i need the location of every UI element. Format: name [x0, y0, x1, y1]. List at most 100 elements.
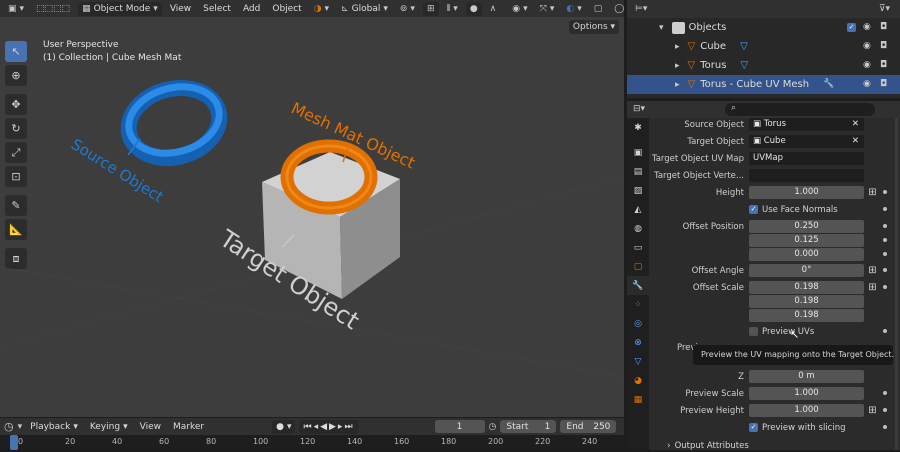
node-socket-icon[interactable]: ⊞: [867, 187, 878, 198]
keyframe-dot[interactable]: [883, 408, 887, 412]
preview-slicing-row[interactable]: ✓ Preview with slicing: [749, 421, 899, 434]
record-button[interactable]: ● ▾: [272, 419, 296, 434]
outliner-type-icon[interactable]: ⊨▾: [635, 4, 647, 14]
target-object-field[interactable]: ▣ Cube ✕: [749, 135, 864, 148]
clock-icon[interactable]: ◷: [4, 420, 14, 433]
target-uv-map-field[interactable]: UVMap: [749, 152, 864, 165]
chevron-down-icon: ▾: [453, 3, 458, 14]
pivot-button[interactable]: ⊚ ▾: [396, 2, 419, 16]
outliner-item-cube[interactable]: ▸ ▽ Cube ▽ ◉ ◘: [627, 37, 900, 56]
z-field[interactable]: 0 m: [749, 370, 864, 383]
end-frame-field[interactable]: End 250: [560, 420, 617, 433]
eye-icon[interactable]: ◉: [863, 22, 871, 32]
offset-scale-z[interactable]: 0.198: [749, 309, 864, 322]
output-attributes-panel[interactable]: › Output Attributes: [667, 439, 867, 452]
source-torus[interactable]: [120, 77, 228, 168]
offset-position-y-row: 0.125: [627, 234, 900, 247]
clear-icon[interactable]: ✕: [852, 135, 859, 148]
xray-button[interactable]: ▢: [590, 2, 607, 16]
keyframe-dot[interactable]: [883, 391, 887, 395]
offset-position-y[interactable]: 0.125: [749, 234, 864, 247]
gizmo-button[interactable]: ⤧ ▾: [536, 2, 559, 16]
height-field[interactable]: 1.000: [749, 186, 864, 199]
source-object-field[interactable]: ▣ Torus ✕: [749, 118, 864, 131]
offset-angle-field[interactable]: 0°: [749, 264, 864, 277]
3d-viewport[interactable]: User Perspective (1) Collection | Cube M…: [0, 17, 624, 417]
preview-scale-row: Preview Scale 1.000: [627, 387, 900, 400]
offset-scale-x[interactable]: 0.198: [749, 281, 864, 294]
proportional-edit[interactable]: ●: [465, 1, 482, 16]
collection-checkbox[interactable]: ✓: [847, 23, 856, 32]
eye-icon[interactable]: ◉: [863, 41, 871, 51]
outliner-item-torus[interactable]: ▸ ▽ Torus ▽ ◉ ◘: [627, 56, 900, 75]
properties-search-input[interactable]: ⌕: [725, 103, 875, 116]
playback-controls[interactable]: ⏮◂◀▶▸⏭: [299, 419, 359, 434]
menu-object[interactable]: Object: [268, 2, 305, 16]
keyframe-dot[interactable]: [883, 252, 887, 256]
source-object-label: Source Object: [68, 135, 167, 206]
properties-editor: ⊟▾ ⌕ ✱ ▣ ▤ ▨ ◭ ◍ ▭ ▢ 🔧 ⁘ ◎ ⊗ ▽ ◕ ▦ Sourc…: [627, 101, 900, 452]
select-mode-buttons[interactable]: ⬚⬚⬚⬚: [32, 2, 74, 16]
preview-uvs-row[interactable]: Preview UVs: [749, 325, 899, 338]
keyframe-dot[interactable]: [883, 207, 887, 211]
playhead[interactable]: [10, 435, 18, 450]
keyframe-dot[interactable]: [883, 190, 887, 194]
properties-type-icon[interactable]: ⊟▾: [633, 104, 645, 114]
chevron-down-icon: ▾: [19, 3, 25, 14]
transform-orientation[interactable]: ⊾ Global ▾: [337, 2, 392, 16]
offset-position-x[interactable]: 0.250: [749, 220, 864, 233]
keyframe-dot[interactable]: [883, 425, 887, 429]
camera-icon[interactable]: ◘: [880, 22, 887, 32]
playback-menu[interactable]: Playback ▾: [26, 420, 82, 434]
menu-select[interactable]: Select: [199, 2, 235, 16]
start-frame-field[interactable]: Start 1: [500, 420, 557, 433]
overlay-button[interactable]: ◐ ▾: [562, 2, 585, 16]
timeline-tick: 60: [159, 437, 170, 446]
offset-position-z[interactable]: 0.000: [749, 248, 864, 261]
timeline-view-menu[interactable]: View: [136, 420, 165, 434]
overlay-icon: ◐: [566, 3, 575, 14]
node-socket-icon[interactable]: ⊞: [867, 282, 878, 293]
expand-right-icon: ▸: [675, 60, 680, 71]
snap-target[interactable]: ⫴ ▾: [443, 2, 462, 16]
visibility-button[interactable]: ◉ ▾: [508, 2, 531, 16]
snap-toggle[interactable]: ⊞: [422, 1, 439, 16]
eye-icon[interactable]: ◉: [863, 60, 871, 70]
target-vertex-field[interactable]: [749, 169, 864, 182]
keyframe-dot[interactable]: [883, 238, 887, 242]
keyframe-dot[interactable]: [883, 268, 887, 272]
preview-slicing-checkbox[interactable]: ✓: [749, 423, 758, 432]
node-socket-icon[interactable]: ⊞: [867, 405, 878, 416]
keyframe-dot[interactable]: [883, 224, 887, 228]
clock-small-icon[interactable]: ◷: [489, 422, 497, 432]
tooltip: Preview the UV mapping onto the Target O…: [693, 345, 894, 365]
snap-target-icon: ⫴: [446, 3, 451, 14]
mode-dropdown[interactable]: ▦ Object Mode ▾: [78, 1, 162, 16]
filter-icon[interactable]: ⊽▾: [879, 4, 890, 14]
editor-type-button[interactable]: ▣ ▾: [4, 2, 28, 16]
outliner-collection-row[interactable]: ▾ Objects ✓ ◉ ◘: [627, 18, 900, 37]
use-face-normals-checkbox[interactable]: ✓: [749, 205, 758, 214]
marker-menu[interactable]: Marker: [169, 420, 208, 434]
use-face-normals-row[interactable]: ✓ Use Face Normals: [749, 203, 899, 216]
keyframe-dot[interactable]: [883, 285, 887, 289]
camera-icon[interactable]: ◘: [880, 79, 887, 89]
preview-scale-field[interactable]: 1.000: [749, 387, 864, 400]
keying-menu[interactable]: Keying ▾: [86, 420, 132, 434]
camera-icon[interactable]: ◘: [880, 41, 887, 51]
timeline-ruler[interactable]: 0 20 40 60 80 100 120 140 160 180 200 220 240: [0, 435, 624, 450]
clear-icon[interactable]: ✕: [852, 118, 859, 131]
falloff-button[interactable]: ∧: [486, 2, 501, 16]
menu-view[interactable]: View: [166, 2, 195, 16]
current-frame-field[interactable]: 1: [434, 420, 485, 433]
camera-icon[interactable]: ◘: [880, 60, 887, 70]
eye-icon[interactable]: ◉: [863, 79, 871, 89]
node-socket-icon[interactable]: ⊞: [867, 265, 878, 276]
offset-scale-y[interactable]: 0.198: [749, 295, 864, 308]
keyframe-dot[interactable]: [883, 329, 887, 333]
outliner-item-torus-cube-uv-mesh[interactable]: ▸ ▽ Torus - Cube UV Mesh 🔧 ◉ ◘: [627, 75, 900, 94]
geometry-nodes-button[interactable]: ◑ ▾: [310, 2, 333, 16]
preview-height-field[interactable]: 1.000: [749, 404, 864, 417]
menu-add[interactable]: Add: [239, 2, 264, 16]
preview-uvs-checkbox[interactable]: [749, 327, 758, 336]
